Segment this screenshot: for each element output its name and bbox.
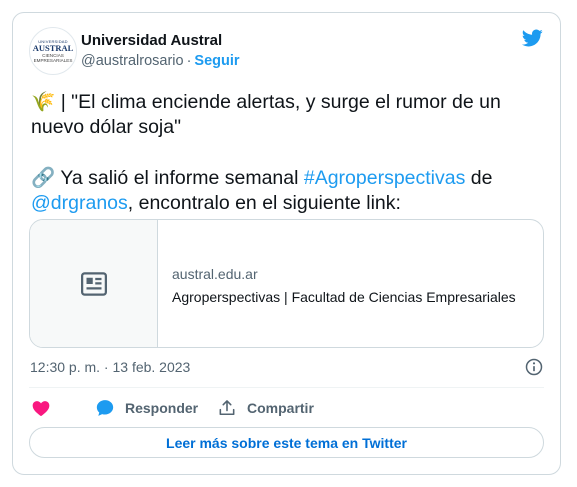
heart-icon [32,401,50,416]
twitter-bird-icon[interactable] [519,27,545,49]
divider [29,387,544,388]
wheat-icon: 🌾 [31,90,56,113]
reply-label: Responder [125,400,199,416]
avatar-brand: AUSTRAL [32,43,74,53]
link-icon: 🔗 [31,166,56,189]
share-label: Compartir [247,400,314,416]
tweet-line-1-text: | "El clima enciende alertas, y surge el… [60,91,501,113]
link-preview-domain: austral.edu.ar [172,266,258,282]
tweet-line-2: nuevo dólar soja" [31,116,182,138]
like-button[interactable] [31,397,51,419]
link-preview-thumbnail [30,220,158,347]
tweet-card: UNIVERSIDAD AUSTRAL CIENCIAS EMPRESARIAL… [12,12,561,475]
tweet-line-3-post: de [465,167,493,189]
tweet-timestamp[interactable]: 12:30 p. m. · 13 feb. 2023 [30,359,190,375]
info-icon[interactable] [524,357,544,377]
avatar[interactable]: UNIVERSIDAD AUSTRAL CIENCIAS EMPRESARIAL… [29,27,77,75]
tweet-line-3: 🔗 Ya salió el informe semanal #Agropersp… [31,165,546,191]
tweet-line-4: @drgranos, encontralo en el siguiente li… [31,191,546,216]
share-button[interactable]: Compartir [217,397,314,419]
link-preview-title: Agroperspectivas | Facultad de Ciencias … [172,289,516,305]
author-name[interactable]: Universidad Austral [81,32,222,49]
tweet-line-1: 🌾 | "El clima enciende alertas, y surge … [31,89,546,115]
reply-button[interactable]: Responder [95,397,198,419]
mention-link[interactable]: @drgranos [31,192,128,214]
tweet-actions: Responder Compartir [29,397,544,419]
newspaper-icon [80,271,107,296]
tweet-line-4-post: , encontralo en el siguiente link: [127,192,401,214]
reply-bubble-icon [96,400,114,416]
handle-separator: · [186,53,192,69]
link-preview-card[interactable]: austral.edu.ar Agroperspectivas | Facult… [29,219,544,348]
read-more-button[interactable]: Leer más sobre este tema en Twitter [29,427,544,458]
author-handle[interactable]: @australrosario [81,53,184,69]
avatar-sub-line2: EMPRESARIALES [33,58,73,63]
tweet-line-3-pre: Ya salió el informe semanal [55,167,304,189]
tweet-text: 🌾 | "El clima enciende alertas, y surge … [31,89,546,216]
share-icon [219,400,235,416]
author-handle-line: @australrosario · Seguir [81,53,240,69]
follow-button[interactable]: Seguir [194,53,239,69]
hashtag-link[interactable]: #Agroperspectivas [304,167,466,189]
